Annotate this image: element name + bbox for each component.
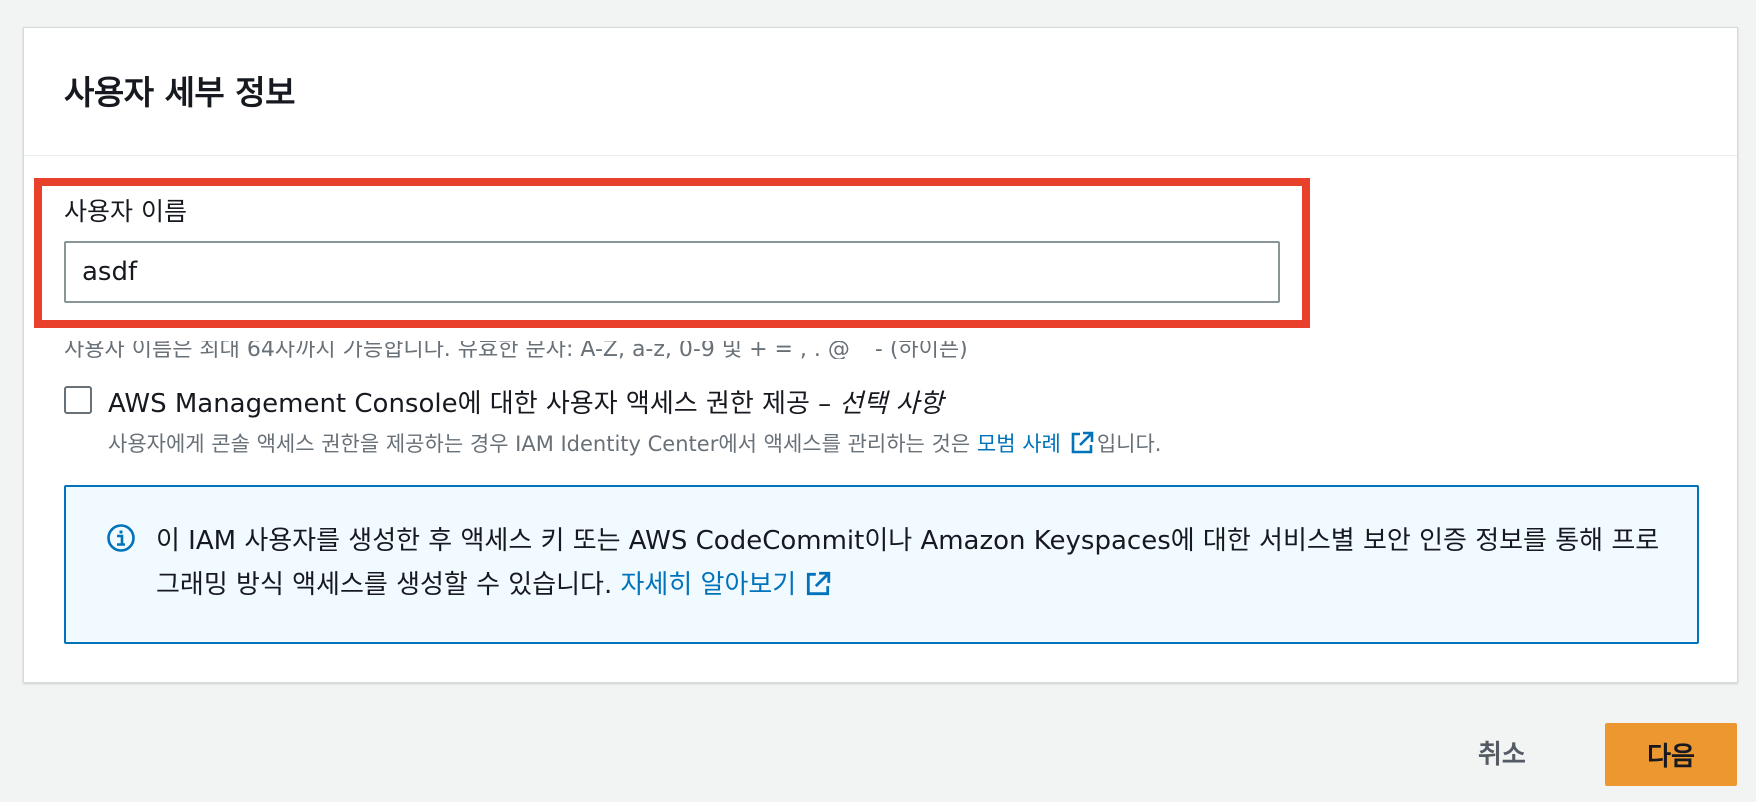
console-access-description: 사용자에게 콘솔 액세스 권한을 제공하는 경우 IAM Identity Ce… [108,428,1161,461]
console-access-description-text: 사용자에게 콘솔 액세스 권한을 제공하는 경우 IAM Identity Ce… [108,432,977,456]
info-alert-message: 이 IAM 사용자를 생성한 후 액세스 키 또는 AWS CodeCommit… [156,526,1660,600]
next-button[interactable]: 다음 [1605,723,1737,786]
username-input[interactable] [64,241,1280,303]
console-access-description-suffix: 입니다. [1096,432,1162,456]
external-link-icon [1069,430,1095,461]
panel-title: 사용자 세부 정보 [64,73,296,112]
info-alert-text: 이 IAM 사용자를 생성한 후 액세스 키 또는 AWS CodeCommit… [156,519,1666,612]
info-icon [106,523,136,557]
cancel-button[interactable]: 취소 [1458,722,1546,782]
console-access-label[interactable]: AWS Management Console에 대한 사용자 액세스 권한 제공… [108,383,943,420]
info-alert: 이 IAM 사용자를 생성한 후 액세스 키 또는 AWS CodeCommit… [64,485,1699,644]
console-access-label-text: AWS Management Console에 대한 사용자 액세스 권한 제공… [108,389,840,419]
username-label: 사용자 이름 [64,197,187,226]
learn-more-link-label: 자세히 알아보기 [620,570,797,600]
best-practice-link-label: 모범 사례 [976,432,1061,456]
panel-header: 사용자 세부 정보 [24,28,1737,156]
console-access-checkbox[interactable] [64,386,92,414]
user-details-panel: 사용자 세부 정보 사용자 이름 사용자 이름은 최대 64자까지 가능합니다.… [23,27,1738,683]
username-hint: 사용자 이름은 최대 64자까지 가능합니다. 유효한 문자: A-Z, a-z… [64,341,968,359]
learn-more-link[interactable]: 자세히 알아보기 [621,570,835,600]
optional-label: 선택 사항 [839,389,944,419]
external-link-icon [804,568,832,612]
best-practice-link[interactable]: 모범 사례 [976,431,1097,456]
